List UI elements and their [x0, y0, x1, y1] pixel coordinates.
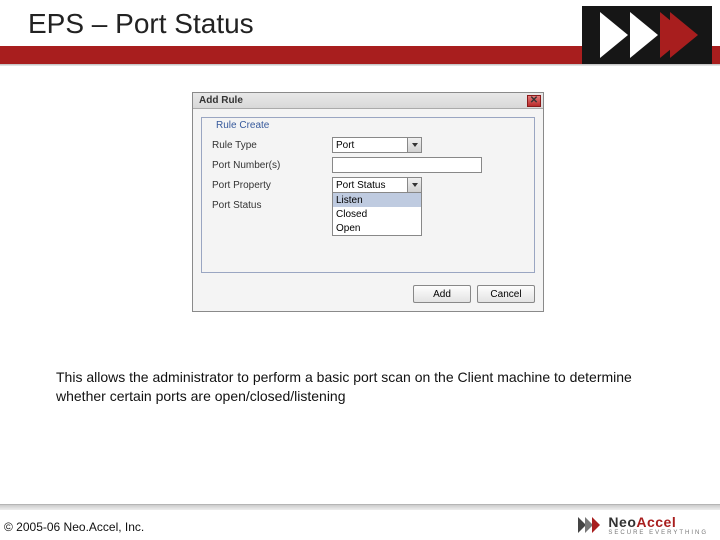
chevron-down-icon[interactable] — [407, 138, 421, 152]
header-divider — [0, 64, 720, 66]
close-button[interactable]: ✕ — [527, 95, 541, 107]
port-numbers-input[interactable] — [332, 157, 482, 173]
port-property-value: Port Status — [336, 180, 385, 191]
rule-type-value: Port — [336, 140, 354, 151]
rule-create-fieldset: Rule Create Rule Type Port Port Number(s… — [201, 117, 535, 273]
add-rule-dialog: Add Rule ✕ Rule Create Rule Type Port Po… — [192, 92, 544, 312]
row-rule-type: Rule Type Port — [212, 136, 524, 154]
header-arrows-icon — [582, 6, 712, 64]
fieldset-legend: Rule Create — [212, 120, 273, 131]
logo-text: NeoAccel SECURE EVERYTHING — [608, 515, 708, 536]
dialog-button-row: Add Cancel — [193, 279, 543, 311]
neoaccel-logo: NeoAccel SECURE EVERYTHING — [576, 514, 708, 536]
label-rule-type: Rule Type — [212, 140, 332, 151]
logo-brand-neo: Neo — [608, 514, 636, 530]
logo-brand-accel: Accel — [636, 514, 676, 530]
slide-header: EPS – Port Status — [0, 0, 720, 64]
add-button[interactable]: Add — [413, 285, 471, 303]
rule-type-select[interactable]: Port — [332, 137, 422, 153]
copyright-text: © 2005-06 Neo.Accel, Inc. — [4, 520, 144, 534]
dialog-titlebar: Add Rule ✕ — [193, 93, 543, 109]
dialog-title: Add Rule — [199, 95, 243, 106]
row-port-numbers: Port Number(s) — [212, 156, 524, 174]
label-port-property: Port Property — [212, 180, 332, 191]
chevron-down-icon[interactable] — [407, 178, 421, 192]
option-closed[interactable]: Closed — [333, 207, 421, 221]
slide-caption: This allows the administrator to perform… — [56, 368, 680, 406]
option-listen[interactable]: Listen — [333, 193, 421, 207]
logo-mark-icon — [576, 514, 602, 536]
close-icon: ✕ — [530, 96, 538, 106]
logo-tagline: SECURE EVERYTHING — [608, 530, 708, 536]
port-status-dropdown[interactable]: Listen Closed Open — [332, 192, 422, 236]
port-property-select[interactable]: Port Status — [332, 177, 422, 193]
label-port-numbers: Port Number(s) — [212, 160, 332, 171]
dialog-body: Rule Create Rule Type Port Port Number(s… — [193, 109, 543, 279]
option-open[interactable]: Open — [333, 221, 421, 235]
cancel-button[interactable]: Cancel — [477, 285, 535, 303]
label-port-status: Port Status — [212, 200, 332, 211]
footer-divider — [0, 504, 720, 510]
slide-title: EPS – Port Status — [28, 8, 254, 40]
